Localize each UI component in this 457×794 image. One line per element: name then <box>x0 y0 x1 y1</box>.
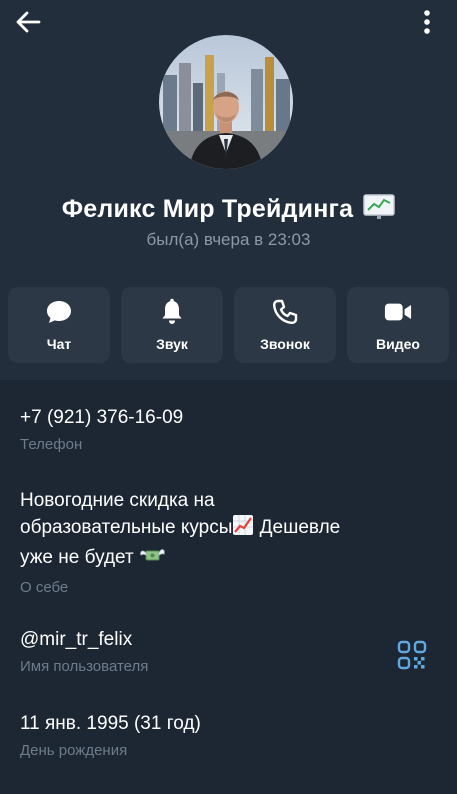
birthday-row[interactable]: 11 янв. 1995 (31 год) День рождения <box>20 710 420 759</box>
phone-row[interactable]: +7 (921) 376-16-09 Телефон <box>20 404 420 453</box>
about-line-2-tail: Дешевле <box>254 517 341 538</box>
video-call-button[interactable]: Видео <box>347 287 449 363</box>
avatar[interactable] <box>159 35 293 169</box>
profile-name: Феликс Мир Трейдинга <box>61 195 354 223</box>
back-button[interactable] <box>12 8 44 40</box>
action-buttons: Чат Звук Звонок Видео <box>8 287 449 363</box>
about-line-1: Новогодние скидка на <box>20 490 215 511</box>
mute-sound-label: Звук <box>156 336 188 352</box>
chat-bubble-icon <box>45 298 73 326</box>
mute-sound-button[interactable]: Звук <box>121 287 223 363</box>
username-row[interactable]: @mir_tr_felix Имя пользователя <box>20 626 420 675</box>
more-vertical-icon <box>423 9 431 40</box>
username-label: Имя пользователя <box>20 658 149 675</box>
phone-label: Телефон <box>20 436 83 453</box>
chart-emoji-icon <box>363 194 395 225</box>
call-button-label: Звонок <box>260 336 310 352</box>
birthday-value[interactable]: 11 янв. 1995 (31 год) <box>20 710 420 737</box>
chat-button-label: Чат <box>46 336 72 352</box>
chat-button[interactable]: Чат <box>8 287 110 363</box>
username-value[interactable]: @mir_tr_felix <box>20 626 420 653</box>
about-value[interactable]: Новогодние скидка на образовательные кур… <box>20 487 420 574</box>
bell-icon <box>158 298 186 326</box>
qr-code-icon <box>397 640 427 674</box>
phone-icon <box>271 298 299 326</box>
money-with-wings-icon <box>139 544 165 574</box>
last-seen-status: был(а) вчера в 23:03 <box>146 230 311 249</box>
about-line-2: образовательные курсы <box>20 517 233 538</box>
profile-name-row: Феликс Мир Трейдинга <box>0 194 457 225</box>
phone-value[interactable]: +7 (921) 376-16-09 <box>20 404 420 431</box>
birthday-label: День рождения <box>20 742 128 759</box>
qr-code-button[interactable] <box>397 640 427 670</box>
about-row[interactable]: Новогодние скидка на образовательные кур… <box>20 487 420 596</box>
about-label: О себе <box>20 579 69 596</box>
chart-increasing-icon <box>232 514 254 544</box>
video-button-label: Видео <box>376 336 420 352</box>
about-line-3: уже не будет <box>20 547 139 568</box>
arrow-left-icon <box>15 10 41 39</box>
call-button[interactable]: Звонок <box>234 287 336 363</box>
more-options-button[interactable] <box>411 8 443 40</box>
video-camera-icon <box>384 298 412 326</box>
